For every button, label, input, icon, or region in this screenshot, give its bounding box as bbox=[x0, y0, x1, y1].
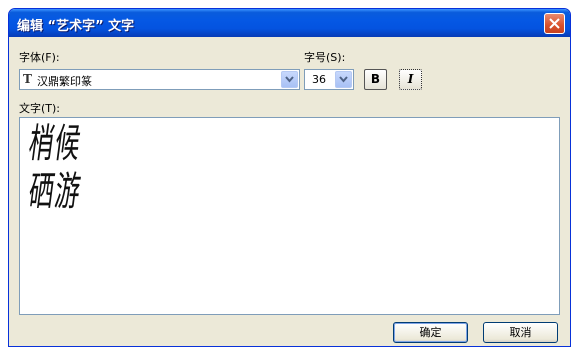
font-dropdown-button[interactable] bbox=[281, 71, 298, 88]
close-button[interactable] bbox=[544, 13, 565, 34]
chevron-down-icon bbox=[339, 76, 348, 83]
close-icon bbox=[549, 18, 560, 29]
font-dropdown[interactable]: T 汉鼎繁印篆 bbox=[19, 69, 300, 90]
size-label: 字号(S): bbox=[304, 51, 346, 64]
wordart-text-input[interactable]: 梢候 硒游 bbox=[19, 117, 560, 315]
ok-button[interactable]: 确定 bbox=[393, 322, 468, 343]
text-line-2: 硒游 bbox=[26, 169, 85, 215]
italic-button[interactable]: I bbox=[399, 69, 422, 90]
text-label: 文字(T): bbox=[19, 102, 61, 115]
text-line-1: 梢候 bbox=[26, 121, 85, 167]
edit-wordart-dialog: 编辑 “艺术字” 文字 字体(F): T 汉鼎繁印篆 字号(S): 36 B I… bbox=[8, 8, 571, 347]
truetype-font-icon: T bbox=[23, 72, 32, 86]
size-dropdown[interactable]: 36 bbox=[304, 69, 354, 90]
font-value: 汉鼎繁印篆 bbox=[37, 75, 92, 88]
size-value: 36 bbox=[312, 73, 326, 86]
cancel-button[interactable]: 取消 bbox=[483, 322, 558, 343]
bold-button[interactable]: B bbox=[364, 69, 387, 90]
size-dropdown-button[interactable] bbox=[335, 71, 352, 88]
font-label: 字体(F): bbox=[19, 51, 60, 64]
dialog-title: 编辑 “艺术字” 文字 bbox=[17, 19, 135, 34]
chevron-down-icon bbox=[285, 76, 294, 83]
title-bar[interactable]: 编辑 “艺术字” 文字 bbox=[9, 9, 570, 37]
